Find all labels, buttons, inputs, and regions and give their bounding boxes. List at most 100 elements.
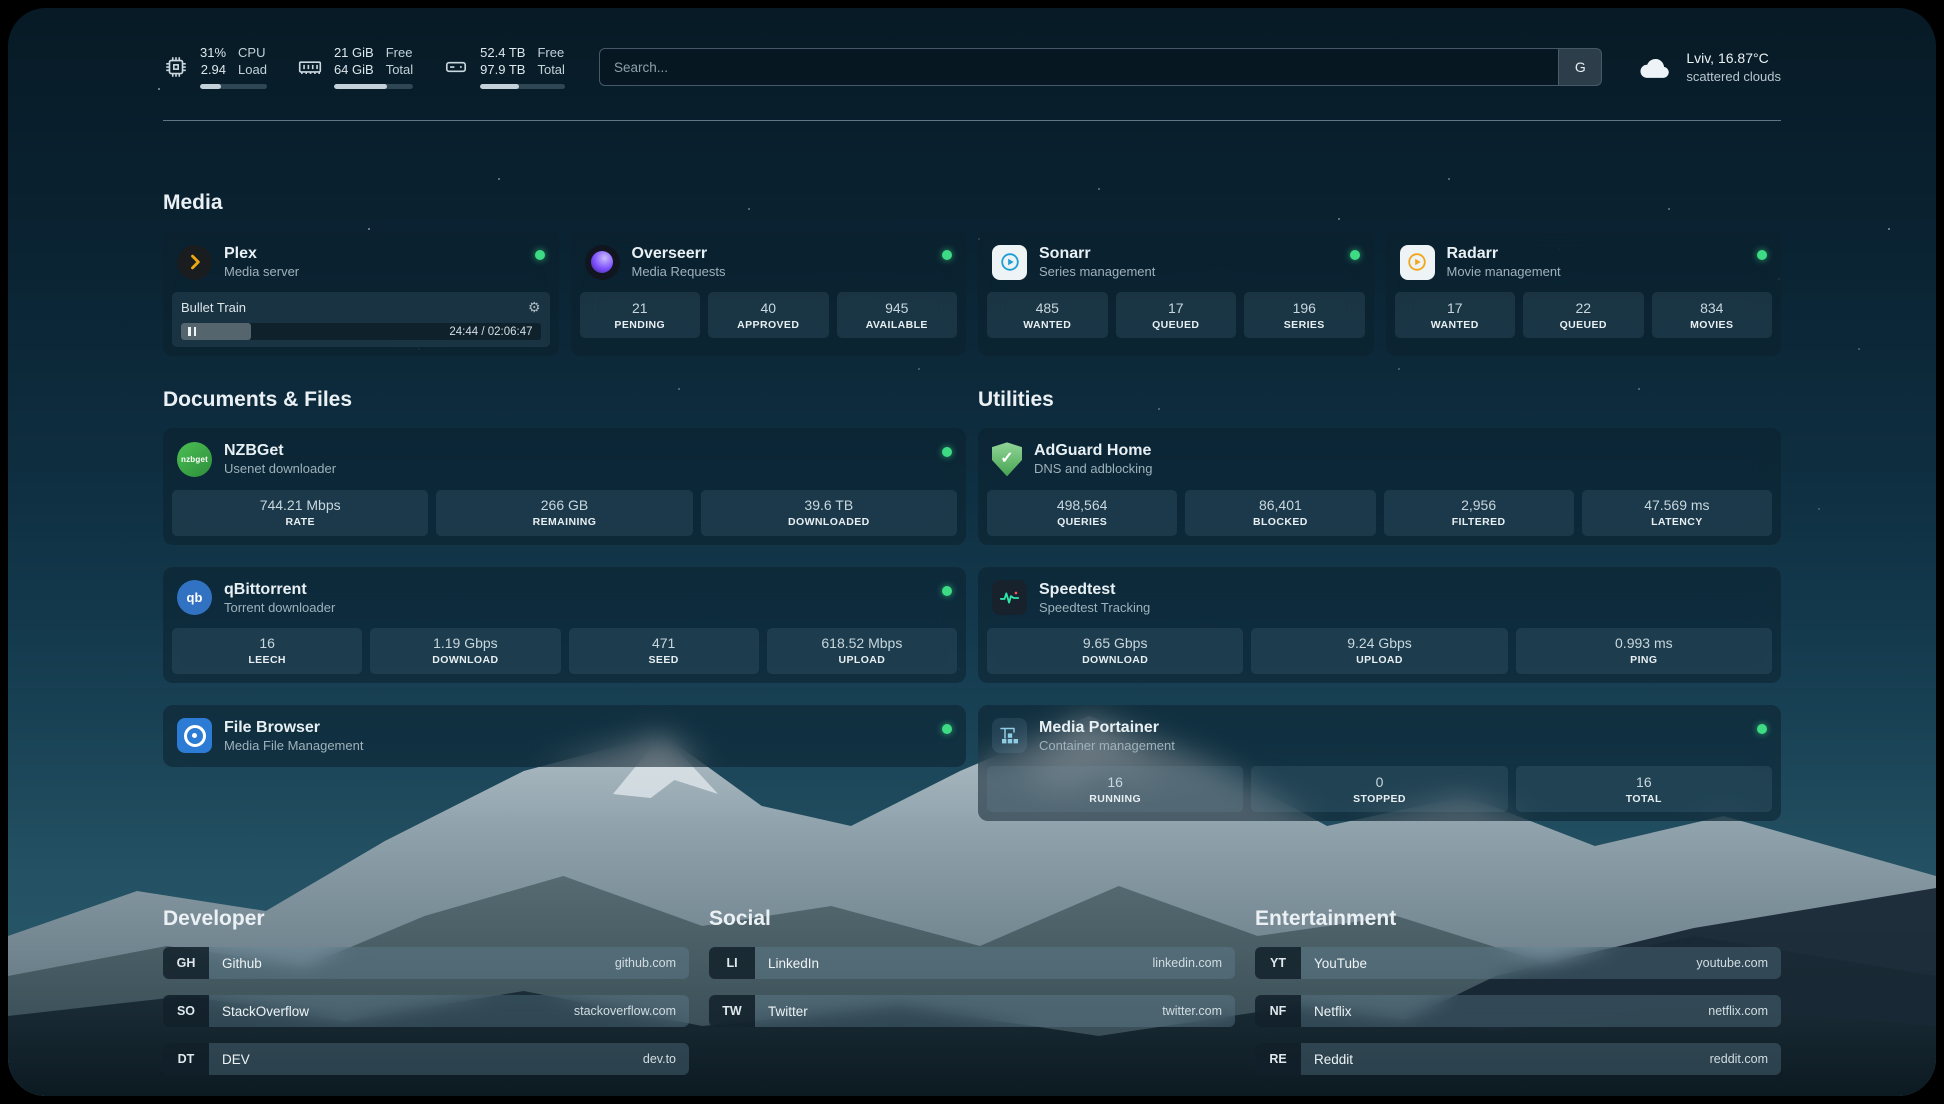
service-card-overseerr[interactable]: Overseerr Media Requests 21PENDING 40APP… xyxy=(571,231,967,356)
bookmark-github[interactable]: GH Github github.com xyxy=(163,947,689,979)
bookmark-abbr: YT xyxy=(1255,947,1301,979)
stat-wanted: 17WANTED xyxy=(1395,292,1516,338)
disk-total: 97.9 TB xyxy=(480,62,525,79)
search-input[interactable] xyxy=(600,49,1558,85)
bookmark-abbr: LI xyxy=(709,947,755,979)
service-name: Media Portainer xyxy=(1039,718,1175,738)
disk-label-1: Free xyxy=(537,45,564,62)
status-dot xyxy=(1757,250,1767,260)
bookmark-name: LinkedIn xyxy=(768,956,819,971)
bookmark-url: twitter.com xyxy=(1162,1004,1222,1018)
bookmark-name: Netflix xyxy=(1314,1004,1352,1019)
bookmark-abbr: NF xyxy=(1255,995,1301,1027)
bookmark-name: DEV xyxy=(222,1052,250,1067)
overseerr-icon xyxy=(585,245,620,280)
service-name: AdGuard Home xyxy=(1034,441,1153,461)
search-provider-button[interactable]: G xyxy=(1558,49,1601,85)
service-card-portainer[interactable]: Media Portainer Container management 16R… xyxy=(978,705,1781,821)
dashboard-screen: 31% 2.94 CPU Load xyxy=(8,8,1936,1096)
service-subtitle: Speedtest Tracking xyxy=(1039,600,1150,616)
service-card-filebrowser[interactable]: File Browser Media File Management xyxy=(163,705,966,767)
bookmark-abbr: SO xyxy=(163,995,209,1027)
stat-upload: 618.52 MbpsUPLOAD xyxy=(767,628,957,674)
stat-seed: 471SEED xyxy=(569,628,759,674)
playback-progress-bar: 24:44 / 02:06:47 xyxy=(181,323,541,340)
dashboard-canvas: 31% 2.94 CPU Load xyxy=(0,0,1944,1104)
bookmark-abbr: RE xyxy=(1255,1043,1301,1075)
bookmark-abbr: DT xyxy=(163,1043,209,1075)
disk-widget: 52.4 TB 97.9 TB Free Total xyxy=(443,45,565,89)
stat-running: 16RUNNING xyxy=(987,766,1243,812)
bookmark-reddit[interactable]: RE Reddit reddit.com xyxy=(1255,1043,1781,1075)
service-name: NZBGet xyxy=(224,441,336,461)
resource-widgets: 31% 2.94 CPU Load xyxy=(163,45,565,89)
bookmark-youtube[interactable]: YT YouTube youtube.com xyxy=(1255,947,1781,979)
stat-pending: 21PENDING xyxy=(580,292,701,338)
service-subtitle: Media File Management xyxy=(224,738,363,754)
stat-download: 9.65 GbpsDOWNLOAD xyxy=(987,628,1243,674)
service-card-sonarr[interactable]: Sonarr Series management 485WANTED 17QUE… xyxy=(978,231,1374,356)
stat-ping: 0.993 msPING xyxy=(1516,628,1772,674)
stat-stopped: 0STOPPED xyxy=(1251,766,1507,812)
stat-filtered: 2,956FILTERED xyxy=(1384,490,1574,536)
top-bar: 31% 2.94 CPU Load xyxy=(163,42,1781,92)
status-dot xyxy=(942,250,952,260)
service-card-radarr[interactable]: Radarr Movie management 17WANTED 22QUEUE… xyxy=(1386,231,1782,356)
bookmark-url: stackoverflow.com xyxy=(574,1004,676,1018)
stat-leech: 16LEECH xyxy=(172,628,362,674)
bookmark-name: Reddit xyxy=(1314,1052,1353,1067)
status-dot xyxy=(1350,250,1360,260)
service-subtitle: Media server xyxy=(224,264,299,280)
memory-widget: 21 GiB 64 GiB Free Total xyxy=(297,45,413,89)
stat-remaining: 266 GBREMAINING xyxy=(436,490,692,536)
service-name: Sonarr xyxy=(1039,244,1155,264)
cpu-percent: 31% xyxy=(200,45,226,62)
speedtest-icon xyxy=(992,580,1027,615)
nzbget-icon: nzbget xyxy=(177,442,212,477)
topbar-divider xyxy=(163,120,1781,121)
bookmark-url: youtube.com xyxy=(1696,956,1768,970)
stat-queued: 17QUEUED xyxy=(1116,292,1237,338)
service-card-plex[interactable]: Plex Media server Bullet Train ⚙ xyxy=(163,231,559,356)
service-name: Speedtest xyxy=(1039,580,1150,600)
bookmark-netflix[interactable]: NF Netflix netflix.com xyxy=(1255,995,1781,1027)
section-title-social: Social xyxy=(709,907,1235,931)
status-dot xyxy=(942,724,952,734)
weather-condition: scattered clouds xyxy=(1686,68,1781,86)
section-title-developer: Developer xyxy=(163,907,689,931)
stat-queued: 22QUEUED xyxy=(1523,292,1644,338)
bookmark-url: netflix.com xyxy=(1708,1004,1768,1018)
disk-label-2: Total xyxy=(537,62,564,79)
stat-blocked: 86,401BLOCKED xyxy=(1185,490,1375,536)
stat-available: 945AVAILABLE xyxy=(837,292,958,338)
service-subtitle: DNS and adblocking xyxy=(1034,461,1153,477)
bookmark-dev[interactable]: DT DEV dev.to xyxy=(163,1043,689,1075)
section-title-utilities: Utilities xyxy=(978,388,1781,412)
pause-icon[interactable] xyxy=(188,327,196,336)
weather-location: Lviv, 16.87°C xyxy=(1686,49,1781,68)
stat-upload: 9.24 GbpsUPLOAD xyxy=(1251,628,1507,674)
memory-progress-bar xyxy=(334,84,413,89)
cpu-label-2: Load xyxy=(238,62,267,79)
section-title-documents: Documents & Files xyxy=(163,388,966,412)
cpu-widget: 31% 2.94 CPU Load xyxy=(163,45,267,89)
service-name: qBittorrent xyxy=(224,580,335,600)
memory-total: 64 GiB xyxy=(334,62,374,79)
service-card-speedtest[interactable]: Speedtest Speedtest Tracking 9.65 GbpsDO… xyxy=(978,567,1781,683)
bookmark-linkedin[interactable]: LI LinkedIn linkedin.com xyxy=(709,947,1235,979)
service-card-qbittorrent[interactable]: qb qBittorrent Torrent downloader 16LEEC… xyxy=(163,567,966,683)
service-name: File Browser xyxy=(224,718,363,738)
gear-icon[interactable]: ⚙ xyxy=(528,299,541,316)
disk-icon xyxy=(443,54,469,80)
service-card-adguard[interactable]: ✓ AdGuard Home DNS and adblocking 498,56… xyxy=(978,428,1781,544)
bookmark-stackoverflow[interactable]: SO StackOverflow stackoverflow.com xyxy=(163,995,689,1027)
service-subtitle: Container management xyxy=(1039,738,1175,754)
status-dot xyxy=(1757,724,1767,734)
bookmark-abbr: TW xyxy=(709,995,755,1027)
sonarr-icon xyxy=(992,245,1027,280)
bookmark-url: dev.to xyxy=(643,1052,676,1066)
bookmark-name: Github xyxy=(222,956,262,971)
bookmark-twitter[interactable]: TW Twitter twitter.com xyxy=(709,995,1235,1027)
service-card-nzbget[interactable]: nzbget NZBGet Usenet downloader 744.21 M… xyxy=(163,428,966,544)
service-name: Overseerr xyxy=(632,244,726,264)
